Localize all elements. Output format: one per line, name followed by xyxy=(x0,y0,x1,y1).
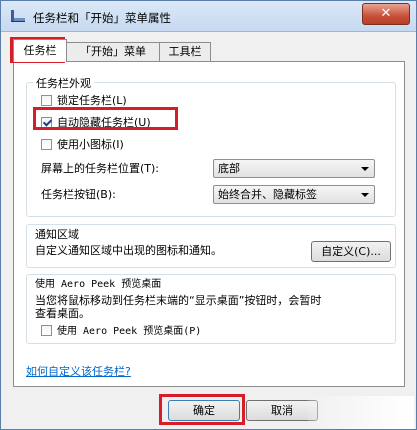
appearance-group-title: 任务栏外观 xyxy=(33,75,94,91)
taskbar-properties-dialog: 任务栏和「开始」菜单属性 ✕ 任务栏 「开始」菜单 工具栏 任务栏外观 锁定任务… xyxy=(0,0,417,430)
taskbar-app-icon xyxy=(11,10,25,22)
position-label: 屏幕上的任务栏位置(T): xyxy=(41,162,160,175)
notification-group: 通知区域 自定义通知区域中出现的图标和通知。 自定义(C)... xyxy=(26,224,396,268)
taskbar-buttons-select[interactable]: 始终合并、隐藏标签 xyxy=(213,185,375,204)
lock-taskbar-checkbox[interactable] xyxy=(41,95,52,106)
position-select-value: 底部 xyxy=(218,162,240,175)
close-button[interactable]: ✕ xyxy=(362,3,410,25)
notification-description: 自定义通知区域中出现的图标和通知。 xyxy=(35,244,222,257)
aero-peek-group: 使用 Aero Peek 预览桌面 当您将鼠标移动到任务栏末端的“显示桌面”按钮… xyxy=(26,274,396,344)
aero-peek-description-line2: 查看桌面。 xyxy=(35,307,90,320)
highlight-ok-button xyxy=(159,394,245,425)
chevron-down-icon xyxy=(361,167,369,171)
title-bar: 任务栏和「开始」菜单属性 ✕ xyxy=(1,1,416,32)
small-icons-checkbox[interactable] xyxy=(41,139,52,150)
position-select[interactable]: 底部 xyxy=(213,159,375,178)
customize-notifications-button[interactable]: 自定义(C)... xyxy=(311,241,391,262)
small-icons-option[interactable]: 使用小图标(I) xyxy=(41,137,124,153)
tab-start-menu[interactable]: 「开始」菜单 xyxy=(66,42,160,61)
aero-peek-label: 使用 Aero Peek 预览桌面(P) xyxy=(57,326,202,337)
window-title: 任务栏和「开始」菜单属性 xyxy=(33,11,171,25)
taskbar-buttons-label: 任务栏按钮(B): xyxy=(41,188,116,201)
aero-peek-checkbox[interactable] xyxy=(41,325,52,336)
small-icons-label: 使用小图标(I) xyxy=(57,138,124,151)
aero-peek-option[interactable]: 使用 Aero Peek 预览桌面(P) xyxy=(41,324,201,340)
lock-taskbar-label: 锁定任务栏(L) xyxy=(57,94,127,107)
customize-taskbar-help-link[interactable]: 如何自定义该任务栏? xyxy=(26,363,131,379)
taskbar-buttons-select-value: 始终合并、隐藏标签 xyxy=(218,188,317,201)
chevron-down-icon xyxy=(361,193,369,197)
aero-peek-group-title: 使用 Aero Peek 预览桌面 xyxy=(35,279,162,290)
tab-toolbars[interactable]: 工具栏 xyxy=(159,42,211,61)
notification-group-title: 通知区域 xyxy=(35,228,79,241)
highlight-autohide-option xyxy=(33,107,178,130)
close-icon: ✕ xyxy=(380,6,392,21)
obscured-area xyxy=(308,396,414,429)
tab-taskbar[interactable]: 任务栏 xyxy=(13,39,67,62)
appearance-group: 任务栏外观 锁定任务栏(L) 自动隐藏任务栏(U) 使用小图标(I) 屏幕上的任… xyxy=(26,75,396,217)
